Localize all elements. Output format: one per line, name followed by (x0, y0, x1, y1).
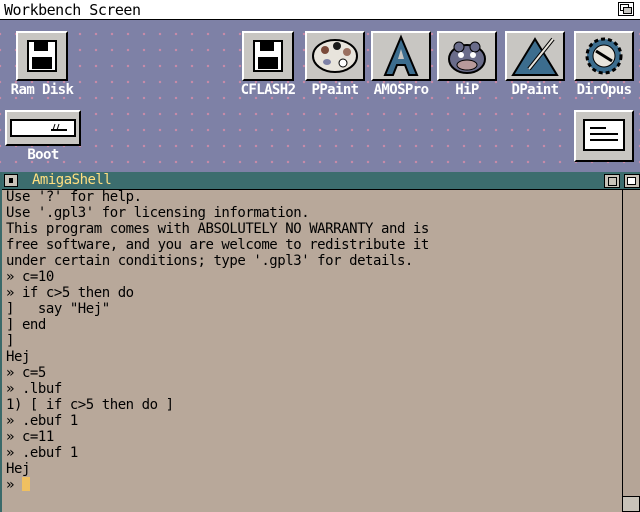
shell-line: » .ebuf 1 (6, 445, 78, 461)
icon-label: Boot (27, 147, 59, 163)
icon-label: DPaint (511, 82, 560, 98)
dpaint-icon-item[interactable]: DPaint (504, 31, 566, 98)
shell-prompt-line[interactable]: » (6, 477, 620, 493)
screen-depth-gadget-icon[interactable] (618, 2, 634, 16)
ramdisk-icon-item[interactable]: Ram Disk (10, 31, 74, 98)
screen-title-bar[interactable]: Workbench Screen (0, 0, 640, 20)
floppy-disk-icon[interactable] (242, 31, 294, 81)
amigashell-window[interactable]: AmigaShell Use '?' for help. Use '.gpl3' … (0, 172, 640, 512)
icon-label: DirOpus (576, 82, 632, 98)
screen-title: Workbench Screen (4, 1, 141, 19)
shell-line: ] say "Hej" (6, 301, 110, 317)
harddisk-icon[interactable] (5, 110, 81, 146)
shell-line: » .lbuf (6, 381, 62, 397)
diropus-icon-item[interactable]: DirOpus (572, 31, 636, 98)
right-border (622, 190, 640, 512)
shell-line: free software, and you are welcome to re… (6, 237, 429, 253)
shell-line: » .ebuf 1 (6, 413, 78, 429)
shell-prompt: » (6, 477, 22, 493)
shell-title: AmigaShell (32, 172, 112, 188)
shell-line: » c=5 (6, 365, 46, 381)
icon-label: HiP (455, 82, 479, 98)
shell-line: This program comes with ABSOLUTELY NO WA… (6, 221, 429, 237)
zoom-gadget-icon[interactable] (604, 174, 620, 188)
paintbrush-icon[interactable] (505, 31, 565, 81)
close-gadget-icon[interactable] (4, 174, 18, 187)
shell-line: ] (6, 333, 14, 349)
amospro-icon-item[interactable]: AMOSPro (370, 31, 432, 98)
letter-a-icon[interactable] (371, 31, 431, 81)
shell-line: under certain conditions; type '.gpl3' f… (6, 253, 413, 269)
shell-line: 1) [ if c>5 then do ] (6, 397, 174, 413)
shell-line: » c=10 (6, 269, 54, 285)
shell-line: ] end (6, 317, 46, 333)
shell-line: Use '?' for help. (6, 189, 142, 205)
hip-icon-item[interactable]: HiP (436, 31, 498, 98)
document-icon-item[interactable] (572, 110, 636, 162)
shell-line: Use '.gpl3' for licensing information. (6, 205, 310, 221)
icon-label: PPaint (311, 82, 360, 98)
shell-line: Hej (6, 461, 30, 477)
text-cursor (21, 477, 30, 491)
icon-label: CFLASH2 (240, 82, 296, 98)
shell-line: Hej (6, 349, 30, 365)
icon-label: Ram Disk (10, 82, 74, 98)
palette-icon[interactable] (305, 31, 365, 81)
gear-globe-icon[interactable] (574, 31, 634, 81)
shell-line: » if c>5 then do (6, 285, 134, 301)
document-icon[interactable] (574, 110, 634, 162)
boot-icon-item[interactable]: Boot (4, 110, 82, 163)
shell-output[interactable]: Use '?' for help. Use '.gpl3' for licensi… (6, 189, 620, 509)
cflash2-icon-item[interactable]: CFLASH2 (236, 31, 300, 98)
depth-gadget-icon[interactable] (624, 174, 640, 188)
resize-gadget-icon[interactable] (622, 496, 640, 512)
hippo-icon[interactable] (437, 31, 497, 81)
floppy-disk-icon[interactable] (16, 31, 68, 81)
icon-label: AMOSPro (373, 82, 429, 98)
ppaint-icon-item[interactable]: PPaint (303, 31, 367, 98)
shell-line: » c=11 (6, 429, 54, 445)
shell-title-bar[interactable]: AmigaShell (2, 172, 640, 190)
